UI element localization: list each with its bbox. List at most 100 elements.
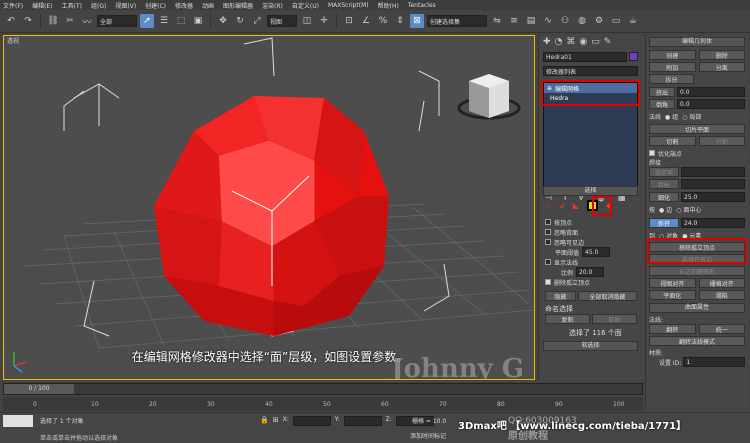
menu-animation[interactable]: 动画 (202, 1, 214, 10)
weld-target-field[interactable] (681, 179, 745, 189)
modify-tab-icon[interactable]: ◔ (555, 37, 563, 47)
weld-selected-button[interactable]: 选定项 (649, 167, 679, 177)
pivot-icon[interactable]: ◫ (300, 14, 314, 28)
optimize-end-checkbox[interactable]: 优化端点 (649, 148, 745, 158)
break-button[interactable]: 拆分 (649, 74, 694, 84)
flip-normal-mode-button[interactable]: 翻转法线模式 (649, 336, 745, 346)
explode-angle-field[interactable]: 24.0 (681, 218, 745, 228)
material-editor-icon[interactable]: ◍ (575, 14, 589, 28)
delete-isolated-checkbox[interactable]: 删除孤立顶点 (545, 277, 637, 287)
menu-graph-editors[interactable]: 图形编辑器 (223, 1, 253, 10)
checkbox-box[interactable] (545, 229, 551, 235)
planar-threshold-field[interactable]: 45.0 (582, 247, 611, 257)
extrude-field[interactable]: 0.0 (677, 87, 745, 97)
hide-button[interactable]: 隐藏 (545, 291, 576, 301)
named-selection-dropdown[interactable]: 创建选择集 (427, 15, 487, 27)
percent-snap-icon[interactable]: % (376, 14, 390, 28)
bevel-field[interactable]: 0.0 (677, 99, 745, 109)
create-shape-button[interactable]: 从边创建图形 (649, 266, 745, 276)
menu-create[interactable]: 创建(C) (145, 1, 166, 10)
view-align-button[interactable]: 视图对齐 (649, 278, 696, 288)
selection-filter-dropdown[interactable]: 全部 (97, 15, 137, 27)
weld-target-button[interactable]: 目标 (649, 179, 679, 189)
menu-tools[interactable]: 工具(T) (62, 1, 82, 10)
window-crossing-icon[interactable]: ▣ (191, 14, 205, 28)
menu-edit[interactable]: 编辑(E) (32, 1, 52, 10)
grid-align-button[interactable]: 栅格对齐 (698, 278, 745, 288)
select-object-icon[interactable]: ➚ (140, 14, 154, 28)
menu-modifiers[interactable]: 修改器 (175, 1, 193, 10)
create-tab-icon[interactable]: ✚ (543, 37, 551, 47)
hedra-object[interactable] (154, 96, 389, 336)
manipulate-icon[interactable]: ✛ (317, 14, 331, 28)
time-slider[interactable]: 0 / 100 (3, 383, 643, 395)
paste-button[interactable]: 粘贴 (592, 314, 637, 324)
edit-named-sets-icon[interactable]: ⊠ (410, 14, 424, 28)
flip-button[interactable]: 翻转 (649, 324, 696, 334)
checkbox-box[interactable] (545, 279, 551, 285)
unhide-all-button[interactable]: 全部取消隐藏 (577, 291, 637, 301)
bind-spacewarp-icon[interactable]: 〰 (80, 14, 94, 28)
object-color-swatch[interactable] (629, 52, 638, 61)
divide-button[interactable]: 分割 (698, 136, 745, 146)
menu-tentacles[interactable]: Tentacles (408, 2, 436, 9)
object-name-field[interactable]: Hedra01 (543, 52, 627, 62)
add-time-tag[interactable]: 添加时间标记 (410, 431, 446, 440)
angle-snap-icon[interactable]: ∠ (359, 14, 373, 28)
copy-button[interactable]: 复制 (545, 314, 590, 324)
link-icon[interactable]: ⛓ (46, 14, 60, 28)
set-id-field[interactable]: 1 (683, 357, 745, 367)
display-tab-icon[interactable]: ▭ (591, 37, 600, 47)
viewcube-icon[interactable] (457, 74, 521, 120)
schematic-view-icon[interactable]: ⚇ (558, 14, 572, 28)
unlink-icon[interactable]: ✂ (63, 14, 77, 28)
face-center-radio[interactable]: ○ 面中心 (676, 205, 701, 214)
face-level-icon[interactable]: ◣ (573, 201, 579, 210)
vertex-level-icon[interactable]: ∴ (545, 201, 550, 210)
menu-help[interactable]: 帮助(H) (378, 1, 399, 10)
detach-button[interactable]: 分离 (698, 62, 745, 72)
time-slider-thumb[interactable]: 0 / 100 (4, 384, 74, 394)
modifier-list-dropdown[interactable]: 修改器列表 (543, 66, 638, 76)
redo-icon[interactable]: ↷ (21, 14, 35, 28)
extrude-button[interactable]: 挤出 (649, 87, 675, 97)
collapse-button[interactable]: 塌陷 (698, 290, 745, 300)
quick-render-icon[interactable]: ☕ (626, 14, 640, 28)
checkbox-box[interactable] (545, 239, 551, 245)
scale-field[interactable]: 20.0 (576, 267, 605, 277)
menu-file[interactable]: 文件(F) (3, 1, 23, 10)
attach-button[interactable]: 附加 (649, 62, 696, 72)
render-frame-icon[interactable]: ▭ (609, 14, 623, 28)
menu-maxscript[interactable]: MAXScript(M) (328, 2, 369, 9)
scale-icon[interactable]: ⤢ (250, 14, 264, 28)
show-normals-checkbox[interactable]: 显示法线 (545, 257, 637, 267)
undo-icon[interactable]: ↶ (4, 14, 18, 28)
explode-button[interactable]: 炸开 (649, 218, 679, 228)
ignore-visible-edges-checkbox[interactable]: 忽略可见边 (545, 237, 637, 247)
hierarchy-tab-icon[interactable]: ⌘ (566, 37, 575, 47)
weld-threshold-field[interactable] (681, 167, 745, 177)
planarize-button[interactable]: 平面化 (649, 290, 696, 300)
local-radio[interactable]: ○ 局部 (682, 112, 701, 121)
spinner-snap-icon[interactable]: ⇕ (393, 14, 407, 28)
menu-group[interactable]: 组(G) (91, 1, 106, 10)
render-setup-icon[interactable]: ⚙ (592, 14, 606, 28)
delete-button[interactable]: 删除 (698, 50, 745, 60)
bevel-button[interactable]: 倒角 (649, 99, 675, 109)
align-icon[interactable]: ≡ (507, 14, 521, 28)
checkbox-box[interactable] (545, 219, 551, 225)
surface-properties-header[interactable]: 曲面属性 (649, 303, 745, 313)
slice-plane-button[interactable]: 切片平面 (649, 124, 745, 134)
edge-level-icon[interactable]: ⊿ (558, 201, 565, 210)
rotate-icon[interactable]: ↻ (233, 14, 247, 28)
track-bar[interactable]: 0 10 20 30 40 50 60 70 80 90 100 (3, 397, 643, 411)
move-icon[interactable]: ✥ (216, 14, 230, 28)
soft-selection-rollout[interactable]: 软选择 (543, 341, 638, 351)
edit-geometry-header[interactable]: 编辑几何体 (649, 37, 745, 47)
create-button[interactable]: 创建 (649, 50, 696, 60)
layer-icon[interactable]: ▤ (524, 14, 538, 28)
motion-tab-icon[interactable]: ◉ (579, 37, 587, 47)
perspective-viewport[interactable]: 透视 在编辑网格修改器中选择“面”层级，如图设置参数。 Johnny G (3, 35, 535, 380)
maxscript-listener[interactable] (3, 415, 33, 427)
selection-rollout-header[interactable]: 选择 (543, 186, 638, 196)
